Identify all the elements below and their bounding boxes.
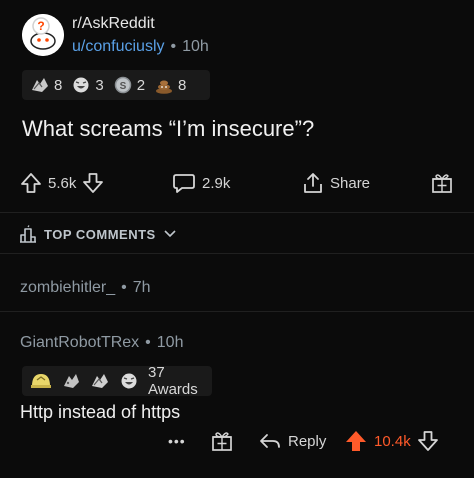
award-silver: S 2 bbox=[113, 76, 145, 94]
award-helmet bbox=[30, 371, 56, 391]
svg-text:?: ? bbox=[37, 19, 44, 33]
award-hands bbox=[90, 371, 114, 391]
award-count: 8 bbox=[178, 76, 187, 94]
more-options-button[interactable]: ••• bbox=[162, 424, 192, 458]
comments-button[interactable]: 2.9k bbox=[172, 168, 236, 198]
reply-arrow-icon bbox=[260, 434, 280, 448]
post-age: 10h bbox=[182, 38, 209, 55]
comment-vote-control: 10.4k bbox=[344, 424, 439, 458]
award-laughing: 3 bbox=[71, 76, 104, 94]
downvote-icon[interactable] bbox=[82, 172, 104, 194]
post-title[interactable]: What screams “I’m insecure”? bbox=[22, 116, 314, 142]
upvote-icon[interactable] bbox=[20, 172, 42, 194]
wholesome-award-icon bbox=[64, 374, 79, 388]
give-award-button[interactable] bbox=[210, 424, 234, 458]
laughing-face-award-icon bbox=[121, 373, 137, 389]
hands-award-icon bbox=[32, 78, 48, 92]
laughing-face-award-icon bbox=[73, 77, 89, 93]
hands-award-icon bbox=[92, 374, 108, 388]
award-count: 2 bbox=[136, 76, 146, 94]
meta-separator: • bbox=[170, 38, 177, 55]
divider bbox=[0, 253, 474, 254]
awards-total: 37 Awards bbox=[148, 364, 198, 398]
poop-award-icon bbox=[156, 80, 173, 94]
post-action-bar: 5.6k 2.9k Share bbox=[0, 168, 474, 198]
comment-age: 10h bbox=[156, 334, 184, 351]
share-button[interactable]: Share bbox=[302, 168, 376, 198]
downvote-icon[interactable] bbox=[417, 430, 439, 452]
comment-bubble-icon bbox=[173, 174, 195, 193]
comment-score: 10.4k bbox=[374, 432, 411, 450]
award-laughing bbox=[119, 371, 143, 391]
award-poop: 8 bbox=[154, 76, 186, 94]
chevron-down-icon bbox=[164, 230, 176, 238]
askreddit-logo-icon: ? bbox=[22, 14, 64, 56]
award-hands: 8 bbox=[30, 76, 62, 94]
comment-awards-bar[interactable]: 37 Awards bbox=[22, 364, 212, 398]
comment-author[interactable]: GiantRobotTRex bbox=[20, 334, 139, 351]
comment-count: 2.9k bbox=[202, 174, 231, 192]
subreddit-name[interactable]: r/AskReddit bbox=[72, 15, 155, 33]
reply-label: Reply bbox=[288, 432, 327, 450]
comment-header[interactable]: GiantRobotTRex • 10h bbox=[20, 334, 183, 352]
share-icon bbox=[304, 173, 322, 193]
sort-label: TOP COMMENTS bbox=[44, 226, 156, 242]
comment-action-bar: ••• Reply 10.4k bbox=[0, 424, 474, 458]
gift-award-icon bbox=[432, 174, 452, 193]
upvote-count: 5.6k bbox=[48, 174, 77, 192]
give-award-button[interactable] bbox=[430, 168, 454, 198]
svg-text:S: S bbox=[119, 81, 126, 92]
meta-separator: • bbox=[121, 279, 127, 296]
vote-control: 5.6k bbox=[20, 168, 104, 198]
meta-separator: • bbox=[145, 334, 151, 351]
comment-author[interactable]: zombiehitler_ bbox=[20, 279, 115, 296]
divider bbox=[0, 212, 474, 213]
helmet-award-icon bbox=[31, 374, 51, 388]
post-awards-bar[interactable]: 8 3 S 2 8 bbox=[22, 70, 210, 100]
award-count: 8 bbox=[54, 76, 63, 94]
comment-age: 7h bbox=[132, 279, 151, 296]
gift-award-icon bbox=[212, 432, 232, 451]
silver-coin-award-icon: S bbox=[114, 76, 131, 94]
comment-body: Http instead of https bbox=[20, 402, 181, 422]
upvote-filled-icon[interactable] bbox=[344, 429, 368, 453]
share-label: Share bbox=[330, 174, 371, 192]
comment-sort-dropdown[interactable]: TOP COMMENTS bbox=[18, 224, 176, 244]
divider bbox=[0, 311, 474, 312]
post-author[interactable]: u/confuciusly bbox=[72, 38, 165, 55]
top-podium-icon bbox=[20, 225, 36, 243]
reply-button[interactable]: Reply bbox=[258, 424, 332, 458]
post-meta: u/confuciusly • 10h bbox=[72, 38, 209, 56]
comment-header[interactable]: zombiehitler_ • 7h bbox=[20, 279, 151, 297]
award-count: 3 bbox=[95, 76, 104, 94]
award-wholesome bbox=[61, 371, 85, 391]
subreddit-avatar[interactable]: ? bbox=[22, 14, 64, 56]
more-icon: ••• bbox=[168, 433, 186, 449]
